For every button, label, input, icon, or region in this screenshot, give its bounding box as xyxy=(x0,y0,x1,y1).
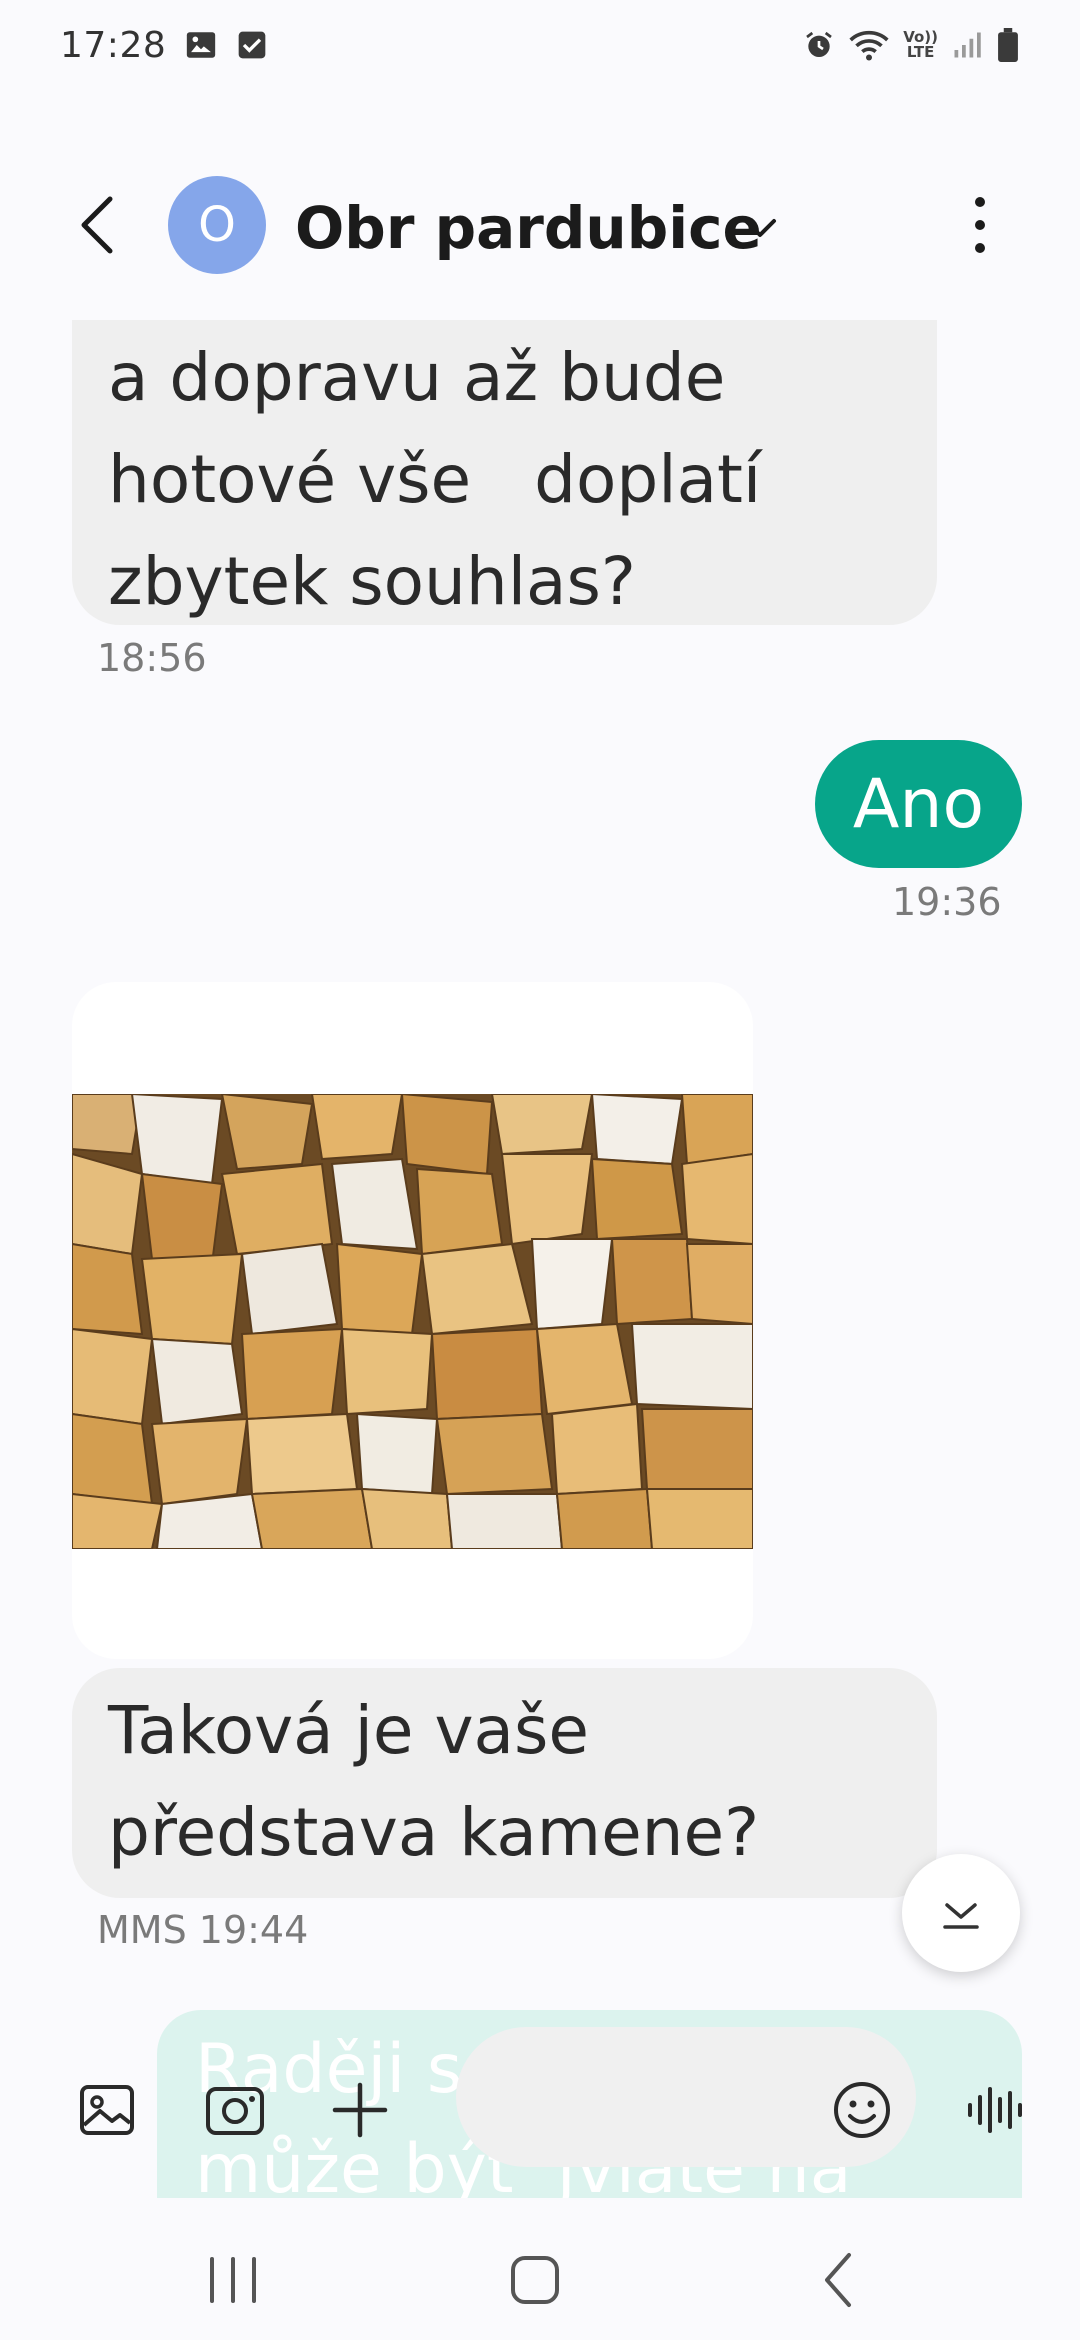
contact-name[interactable]: Obr pardubice xyxy=(295,194,762,262)
alarm-icon xyxy=(803,29,835,61)
plus-icon xyxy=(332,2082,388,2138)
gravel-stones-photo xyxy=(72,1094,753,1549)
voice-input-button[interactable] xyxy=(960,2075,1030,2145)
camera-button[interactable] xyxy=(200,2075,270,2145)
message-timestamp: 19:36 xyxy=(892,880,1002,924)
message-line: představa kamene? xyxy=(108,1794,760,1871)
status-bar: 17:28 Vo)) LTE xyxy=(0,0,1080,90)
status-right: Vo)) LTE xyxy=(803,28,1020,62)
volte-bottom-label: LTE xyxy=(906,43,935,61)
scroll-down-icon xyxy=(943,1903,979,1929)
message-timestamp: 18:56 xyxy=(97,636,207,680)
volte-icon: Vo)) LTE xyxy=(903,30,938,60)
recents-icon xyxy=(210,2257,256,2303)
home-icon xyxy=(511,2256,559,2304)
back-button[interactable] xyxy=(70,195,130,255)
voice-waveform-icon xyxy=(968,2087,1022,2133)
message-line: zbytek souhlas? xyxy=(108,543,636,620)
recent-apps-button[interactable] xyxy=(198,2245,268,2315)
conversation-header: O Obr pardubice xyxy=(0,170,1080,280)
gallery-icon xyxy=(184,28,218,62)
checkbox-icon xyxy=(236,29,268,61)
signal-icon xyxy=(952,30,982,60)
message-text: Ano xyxy=(852,764,985,844)
back-arrow-icon xyxy=(81,196,113,254)
gallery-button[interactable] xyxy=(72,2075,142,2145)
message-line: hotové vše doplatí xyxy=(108,441,762,518)
chevron-down-icon xyxy=(744,219,776,237)
system-back-button[interactable] xyxy=(805,2245,875,2315)
mms-image-attachment[interactable] xyxy=(72,982,753,1659)
status-left: 17:28 xyxy=(60,25,268,66)
more-vertical-icon xyxy=(975,197,985,253)
message-line: a dopravu až bude xyxy=(108,339,726,416)
wifi-icon xyxy=(849,28,889,62)
status-time: 17:28 xyxy=(60,24,167,66)
emoji-button[interactable] xyxy=(827,2075,897,2145)
contact-avatar[interactable]: O xyxy=(168,176,266,274)
home-button[interactable] xyxy=(500,2245,570,2315)
more-options-button[interactable] xyxy=(955,190,1005,260)
message-timestamp: MMS 19:44 xyxy=(97,1908,309,1952)
gallery-icon xyxy=(80,2085,134,2135)
incoming-message-bubble[interactable]: Taková je vaše představa kamene? xyxy=(72,1668,937,1898)
camera-icon xyxy=(206,2087,264,2135)
incoming-message-bubble[interactable]: a dopravu až bude hotové vše doplatí zby… xyxy=(72,320,937,625)
message-line: Taková je vaše xyxy=(108,1692,589,1769)
emoji-icon xyxy=(834,2082,890,2138)
back-icon xyxy=(825,2253,851,2307)
system-navigation-bar xyxy=(0,2215,1080,2340)
battery-icon xyxy=(996,28,1020,62)
outgoing-message-bubble[interactable]: Ano xyxy=(815,740,1022,868)
avatar-letter: O xyxy=(198,197,236,253)
contact-details-toggle[interactable] xyxy=(738,205,782,249)
add-attachment-button[interactable] xyxy=(325,2075,395,2145)
scroll-to-bottom-button[interactable] xyxy=(902,1854,1020,1972)
